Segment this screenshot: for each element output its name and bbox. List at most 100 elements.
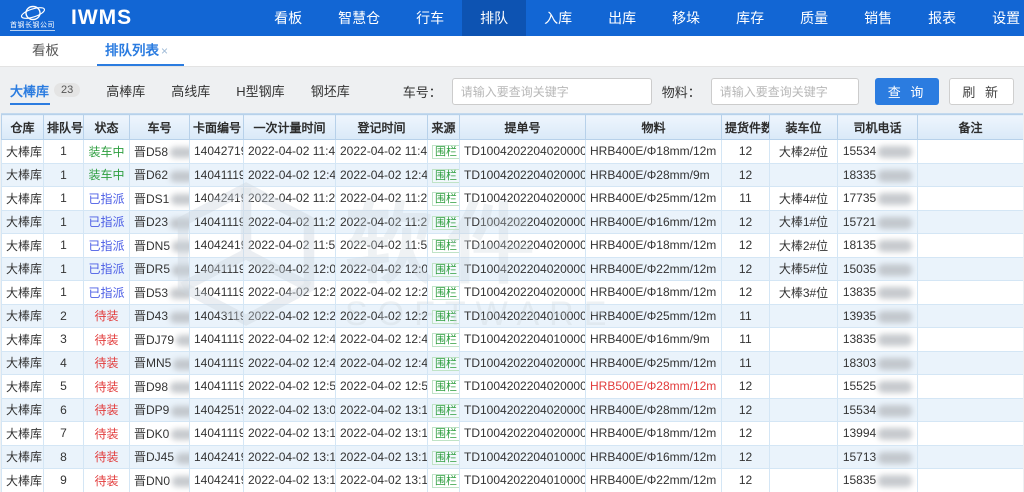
nav-item-入库[interactable]: 入库 xyxy=(526,0,590,36)
cell-slot: 大棒1#位 xyxy=(770,210,838,234)
cell-vehicle: 晋DK0 xyxy=(130,422,190,446)
cell-weigh_time: 2022-04-02 12:24 xyxy=(244,304,336,328)
source-badge: 围栏 xyxy=(432,404,460,418)
cell-vehicle: 晋DJ45 xyxy=(130,445,190,469)
column-header-material: 物料 xyxy=(586,115,722,140)
redacted-blur xyxy=(878,381,912,393)
cell-card: 14041119 xyxy=(190,257,244,281)
table-row[interactable]: 大棒库1装车中晋D58140427192022-04-02 11:432022-… xyxy=(2,140,1024,164)
top-navigation-bar: 首钢长钢公司 IWMS 看板智慧仓行车排队入库出库移垛库存质量销售报表设置 排队… xyxy=(0,0,1024,36)
table-row[interactable]: 大棒库1装车中晋D62140411192022-04-02 12:462022-… xyxy=(2,163,1024,187)
source-badge: 围栏 xyxy=(432,357,460,371)
cell-status: 待装 xyxy=(84,398,130,422)
nav-item-报表[interactable]: 报表 xyxy=(910,0,974,36)
redacted-blur xyxy=(878,452,912,464)
source-badge: 围栏 xyxy=(432,192,460,206)
table-row[interactable]: 大棒库3待装晋DJ79140411192022-04-02 12:412022-… xyxy=(2,328,1024,352)
warehouse-tab-H型钢库[interactable]: H型钢库 xyxy=(236,81,284,103)
table-row[interactable]: 大棒库5待装晋D98140411192022-04-02 12:502022-0… xyxy=(2,375,1024,399)
cell-phone: 15721 xyxy=(838,210,918,234)
warehouse-tab-钢坯库[interactable]: 钢坯库 xyxy=(311,81,350,103)
refresh-button[interactable]: 刷 新 xyxy=(949,78,1014,105)
column-header-qty: 提货件数 xyxy=(722,115,770,140)
phone-text: 15534 xyxy=(843,403,876,417)
warehouse-tab-大棒库[interactable]: 大棒库23 xyxy=(10,81,80,103)
queue-table: 仓库排队号状态车号卡面编号一次计量时间登记时间来源提单号物料提货件数装车位司机电… xyxy=(1,114,1023,492)
cell-card: 14041119 xyxy=(190,375,244,399)
nav-item-智慧仓[interactable]: 智慧仓 xyxy=(320,0,398,36)
cell-phone: 18303 xyxy=(838,351,918,375)
nav-item-质量[interactable]: 质量 xyxy=(782,0,846,36)
cell-note xyxy=(918,257,1024,281)
source-badge: 围栏 xyxy=(432,145,460,159)
nav-item-出库[interactable]: 出库 xyxy=(590,0,654,36)
nav-item-行车[interactable]: 行车 xyxy=(398,0,462,36)
cell-queue_no: 1 xyxy=(44,140,84,164)
cell-register_time: 2022-04-02 13:10 xyxy=(336,398,428,422)
nav-item-看板[interactable]: 看板 xyxy=(256,0,320,36)
source-badge: 围栏 xyxy=(432,263,460,277)
table-row[interactable]: 大棒库1已指派晋DS1140424192022-04-02 11:262022-… xyxy=(2,187,1024,211)
redacted-blur xyxy=(878,475,912,487)
cell-status: 待装 xyxy=(84,351,130,375)
table-row[interactable]: 大棒库6待装晋DP9140425192022-04-02 13:092022-0… xyxy=(2,398,1024,422)
cell-card: 14042419 xyxy=(190,234,244,258)
warehouse-tab-高线库[interactable]: 高线库 xyxy=(171,81,210,103)
cell-source: 围栏 xyxy=(428,187,460,211)
cell-queue_no: 5 xyxy=(44,375,84,399)
cell-weigh_time: 2022-04-02 12:46 xyxy=(244,163,336,187)
nav-item-移垛[interactable]: 移垛 xyxy=(654,0,718,36)
cell-status: 待装 xyxy=(84,469,130,492)
cell-status: 待装 xyxy=(84,304,130,328)
table-row[interactable]: 大棒库8待装晋DJ45140424192022-04-02 13:152022-… xyxy=(2,445,1024,469)
brand: 首钢长钢公司 IWMS xyxy=(0,5,146,31)
nav-item-库存[interactable]: 库存 xyxy=(718,0,782,36)
table-row[interactable]: 大棒库1已指派晋D23140411192022-04-02 11:282022-… xyxy=(2,210,1024,234)
table-row[interactable]: 大棒库1已指派晋DR5140411192022-04-02 12:022022-… xyxy=(2,257,1024,281)
cell-note xyxy=(918,398,1024,422)
warehouse-tabs: 大棒库23 高棒库 高线库 H型钢库 钢坯库 xyxy=(10,81,350,103)
cell-weigh_time: 2022-04-02 12:49 xyxy=(244,351,336,375)
cell-warehouse: 大棒库 xyxy=(2,304,44,328)
nav-item-销售[interactable]: 销售 xyxy=(846,0,910,36)
table-row[interactable]: 大棒库2待装晋D43140431192022-04-02 12:242022-0… xyxy=(2,304,1024,328)
cell-card: 14042519 xyxy=(190,398,244,422)
search-button[interactable]: 查 询 xyxy=(875,78,940,105)
cell-warehouse: 大棒库 xyxy=(2,398,44,422)
phone-text: 18135 xyxy=(843,238,876,252)
cell-vehicle: 晋DS1 xyxy=(130,187,190,211)
cell-vehicle: 晋DN0 xyxy=(130,469,190,492)
close-tab-icon[interactable]: × xyxy=(161,44,168,58)
cell-warehouse: 大棒库 xyxy=(2,187,44,211)
vehicle-search-input[interactable] xyxy=(452,78,652,105)
table-row[interactable]: 大棒库7待装晋DK0140411192022-04-02 13:112022-0… xyxy=(2,422,1024,446)
cell-slot xyxy=(770,328,838,352)
table-row[interactable]: 大棒库9待装晋DN0140424192022-04-02 13:182022-0… xyxy=(2,469,1024,492)
app-title: IWMS xyxy=(71,6,132,30)
warehouse-tab-高棒库[interactable]: 高棒库 xyxy=(106,81,145,103)
table-row[interactable]: 大棒库1已指派晋D53140411192022-04-02 12:212022-… xyxy=(2,281,1024,305)
vehicle-text: 晋D43 xyxy=(134,309,168,323)
page-tab-看板[interactable]: 看板 xyxy=(30,33,61,66)
cell-queue_no: 7 xyxy=(44,422,84,446)
nav-item-排队[interactable]: 排队 xyxy=(462,0,526,36)
redacted-blur xyxy=(878,193,912,205)
page-tab-label: 看板 xyxy=(32,43,59,58)
material-search-input[interactable] xyxy=(711,78,859,105)
nav-item-设置[interactable]: 设置 xyxy=(974,0,1024,36)
column-header-warehouse: 仓库 xyxy=(2,115,44,140)
cell-material: HRB400E/Φ18mm/12m xyxy=(586,140,722,164)
cell-slot xyxy=(770,351,838,375)
page-tab-排队列表[interactable]: 排队列表× xyxy=(103,33,170,66)
cell-slot xyxy=(770,304,838,328)
cell-queue_no: 3 xyxy=(44,328,84,352)
cell-vehicle: 晋D62 xyxy=(130,163,190,187)
redacted-blur xyxy=(878,146,912,158)
table-row[interactable]: 大棒库1已指派晋DN5140424192022-04-02 11:532022-… xyxy=(2,234,1024,258)
cell-material: HRB400E/Φ28mm/9m xyxy=(586,163,722,187)
cell-phone: 15835 xyxy=(838,469,918,492)
table-row[interactable]: 大棒库4待装晋MN5140411192022-04-02 12:492022-0… xyxy=(2,351,1024,375)
cell-vehicle: 晋DR5 xyxy=(130,257,190,281)
cell-material: HRB400E/Φ16mm/12m xyxy=(586,210,722,234)
cell-note xyxy=(918,328,1024,352)
